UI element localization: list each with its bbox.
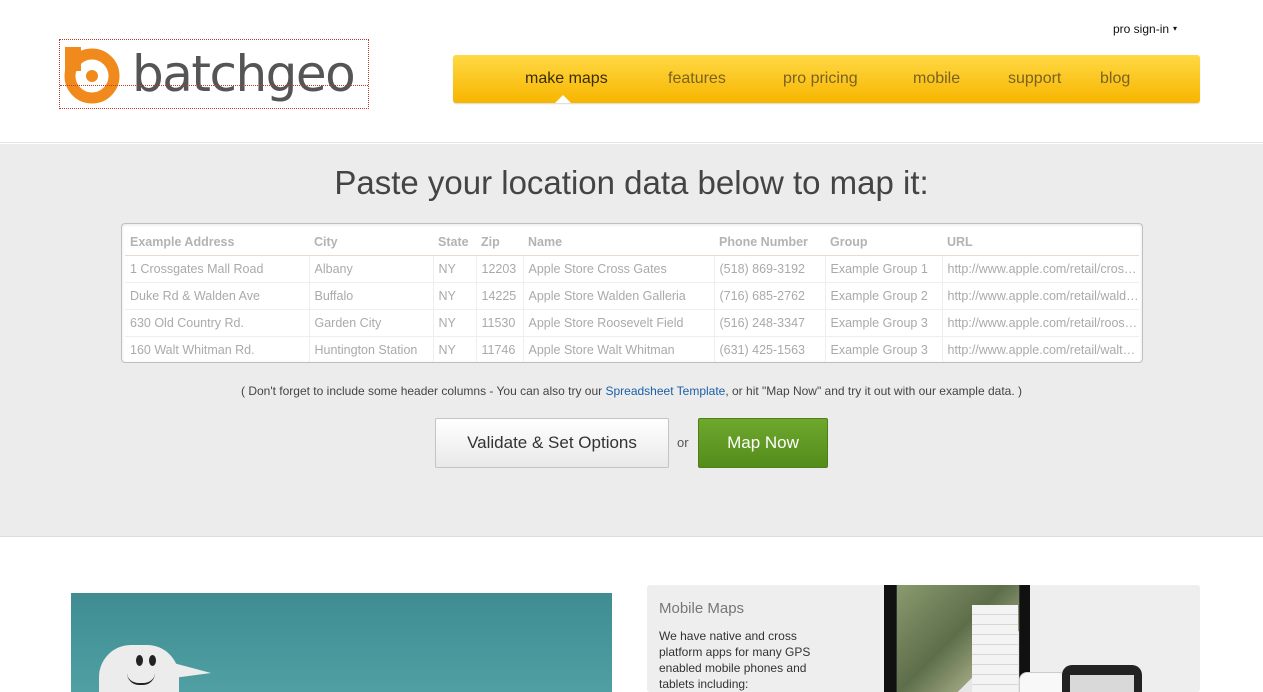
column-header: City xyxy=(309,229,433,256)
logo-wordmark: batchgeo xyxy=(132,45,356,103)
table-cell: (516) 248-3347 xyxy=(714,309,826,337)
header-columns-hint: ( Don't forget to include some header co… xyxy=(0,384,1263,398)
mobile-maps-description: We have native and cross platform apps f… xyxy=(659,629,811,691)
table-cell: Apple Store Cross Gates xyxy=(523,255,715,283)
nav-item-support[interactable]: support xyxy=(1008,70,1061,88)
table-cell: NY xyxy=(433,255,477,283)
table-cell: (518) 869-3192 xyxy=(714,255,826,283)
column-header: Phone Number xyxy=(714,229,825,256)
table-cell: Example Group 2 xyxy=(825,282,943,310)
table-cell: 12203 xyxy=(476,255,524,283)
column-header: Zip xyxy=(476,229,523,256)
spreadsheet-template-link[interactable]: Spreadsheet Template xyxy=(605,384,725,398)
hint-text-start: ( Don't forget to include some header co… xyxy=(240,384,606,398)
table-cell: Albany xyxy=(309,255,434,283)
table-row: 630 Old Country Rd. Garden City NY 11530… xyxy=(125,309,1139,337)
nav-item-features[interactable]: features xyxy=(668,70,726,88)
table-cell: http://www.apple.com/retail/waltwhitman/ xyxy=(942,336,1139,362)
table-cell: Apple Store Walden Galleria xyxy=(523,282,715,310)
nav-item-make-maps[interactable]: make maps xyxy=(525,70,608,88)
logo-focus-outline xyxy=(60,85,368,86)
tablet-list-panel xyxy=(972,605,1018,692)
table-row: 1 Crossgates Mall Road Albany NY 12203 A… xyxy=(125,255,1139,283)
mascot-beak xyxy=(166,661,211,679)
column-header: State xyxy=(433,229,476,256)
table-cell: http://www.apple.com/retail/walden/ xyxy=(942,282,1139,310)
table-cell: (631) 425-1563 xyxy=(714,336,826,362)
page-title: Paste your location data below to map it… xyxy=(334,164,929,201)
table-cell: Example Group 1 xyxy=(825,255,943,283)
mobile-maps-panel: Mobile Maps We have native and cross pla… xyxy=(647,585,1200,692)
table-cell: NY xyxy=(433,309,477,337)
table-cell: http://www.apple.com/retail/rooseveltfie… xyxy=(942,309,1139,337)
table-cell: http://www.apple.com/retail/crossgates/ xyxy=(942,255,1139,283)
table-cell: Duke Rd & Walden Ave xyxy=(125,282,310,310)
column-header: Name xyxy=(523,229,714,256)
column-header: Group xyxy=(825,229,942,256)
table-cell: Garden City xyxy=(309,309,434,337)
column-header: Example Address xyxy=(125,229,309,256)
nav-item-pro-pricing[interactable]: pro pricing xyxy=(783,70,858,88)
table-cell: 14225 xyxy=(476,282,524,310)
site-header: batchgeo pro sign-in ▾ make maps features… xyxy=(0,0,1263,143)
column-header: URL xyxy=(942,229,1139,256)
batchgeo-logo[interactable]: batchgeo xyxy=(59,39,369,109)
table-cell: 11530 xyxy=(476,309,524,337)
nav-item-mobile[interactable]: mobile xyxy=(913,70,960,88)
pro-sign-in-link[interactable]: pro sign-in ▾ xyxy=(1113,22,1177,36)
table-cell: Apple Store Walt Whitman xyxy=(523,336,715,362)
phone-screen xyxy=(1070,675,1134,692)
location-data-input[interactable]: Example Address City State Zip Name Phon… xyxy=(121,223,1143,363)
table-cell: 11746 xyxy=(476,336,524,362)
tablet-map-screen xyxy=(896,585,1020,692)
white-phone-image xyxy=(1019,672,1067,692)
table-cell: Example Group 3 xyxy=(825,309,943,337)
hero-section: Paste your location data below to map it… xyxy=(0,144,1263,537)
validate-set-options-button[interactable]: Validate & Set Options xyxy=(435,418,669,468)
table-cell: Apple Store Roosevelt Field xyxy=(523,309,715,337)
mascot-eye xyxy=(136,655,143,666)
table-cell: 1 Crossgates Mall Road xyxy=(125,255,310,283)
table-row: 160 Walt Whitman Rd. Huntington Station … xyxy=(125,336,1139,362)
tablet-device-image xyxy=(884,585,1030,692)
caret-down-icon: ▾ xyxy=(1173,24,1178,33)
mobile-maps-title: Mobile Maps xyxy=(659,600,745,617)
example-data-table: Example Address City State Zip Name Phon… xyxy=(125,229,1139,362)
table-cell: NY xyxy=(433,336,477,362)
table-cell: Huntington Station xyxy=(309,336,434,362)
table-cell: Example Group 3 xyxy=(825,336,943,362)
nav-item-blog[interactable]: blog xyxy=(1100,70,1130,88)
map-now-button[interactable]: Map Now xyxy=(698,418,828,468)
table-cell: (716) 685-2762 xyxy=(714,282,826,310)
table-cell: NY xyxy=(433,282,477,310)
table-cell: 160 Walt Whitman Rd. xyxy=(125,336,310,362)
active-nav-pointer-icon xyxy=(555,95,571,103)
hint-text-end: , or hit "Map Now" and try it out with o… xyxy=(725,384,1022,398)
table-row: Duke Rd & Walden Ave Buffalo NY 14225 Ap… xyxy=(125,282,1139,310)
table-cell: Buffalo xyxy=(309,282,434,310)
pro-sign-in-label: pro sign-in xyxy=(1113,22,1170,36)
or-label: or xyxy=(677,435,689,450)
table-header-row: Example Address City State Zip Name Phon… xyxy=(125,229,1139,256)
mascot-eye xyxy=(149,655,156,666)
black-phone-image xyxy=(1062,665,1142,692)
promo-video-thumbnail[interactable] xyxy=(71,593,612,692)
table-cell: 630 Old Country Rd. xyxy=(125,309,310,337)
batchgeo-logo-icon xyxy=(64,47,120,104)
